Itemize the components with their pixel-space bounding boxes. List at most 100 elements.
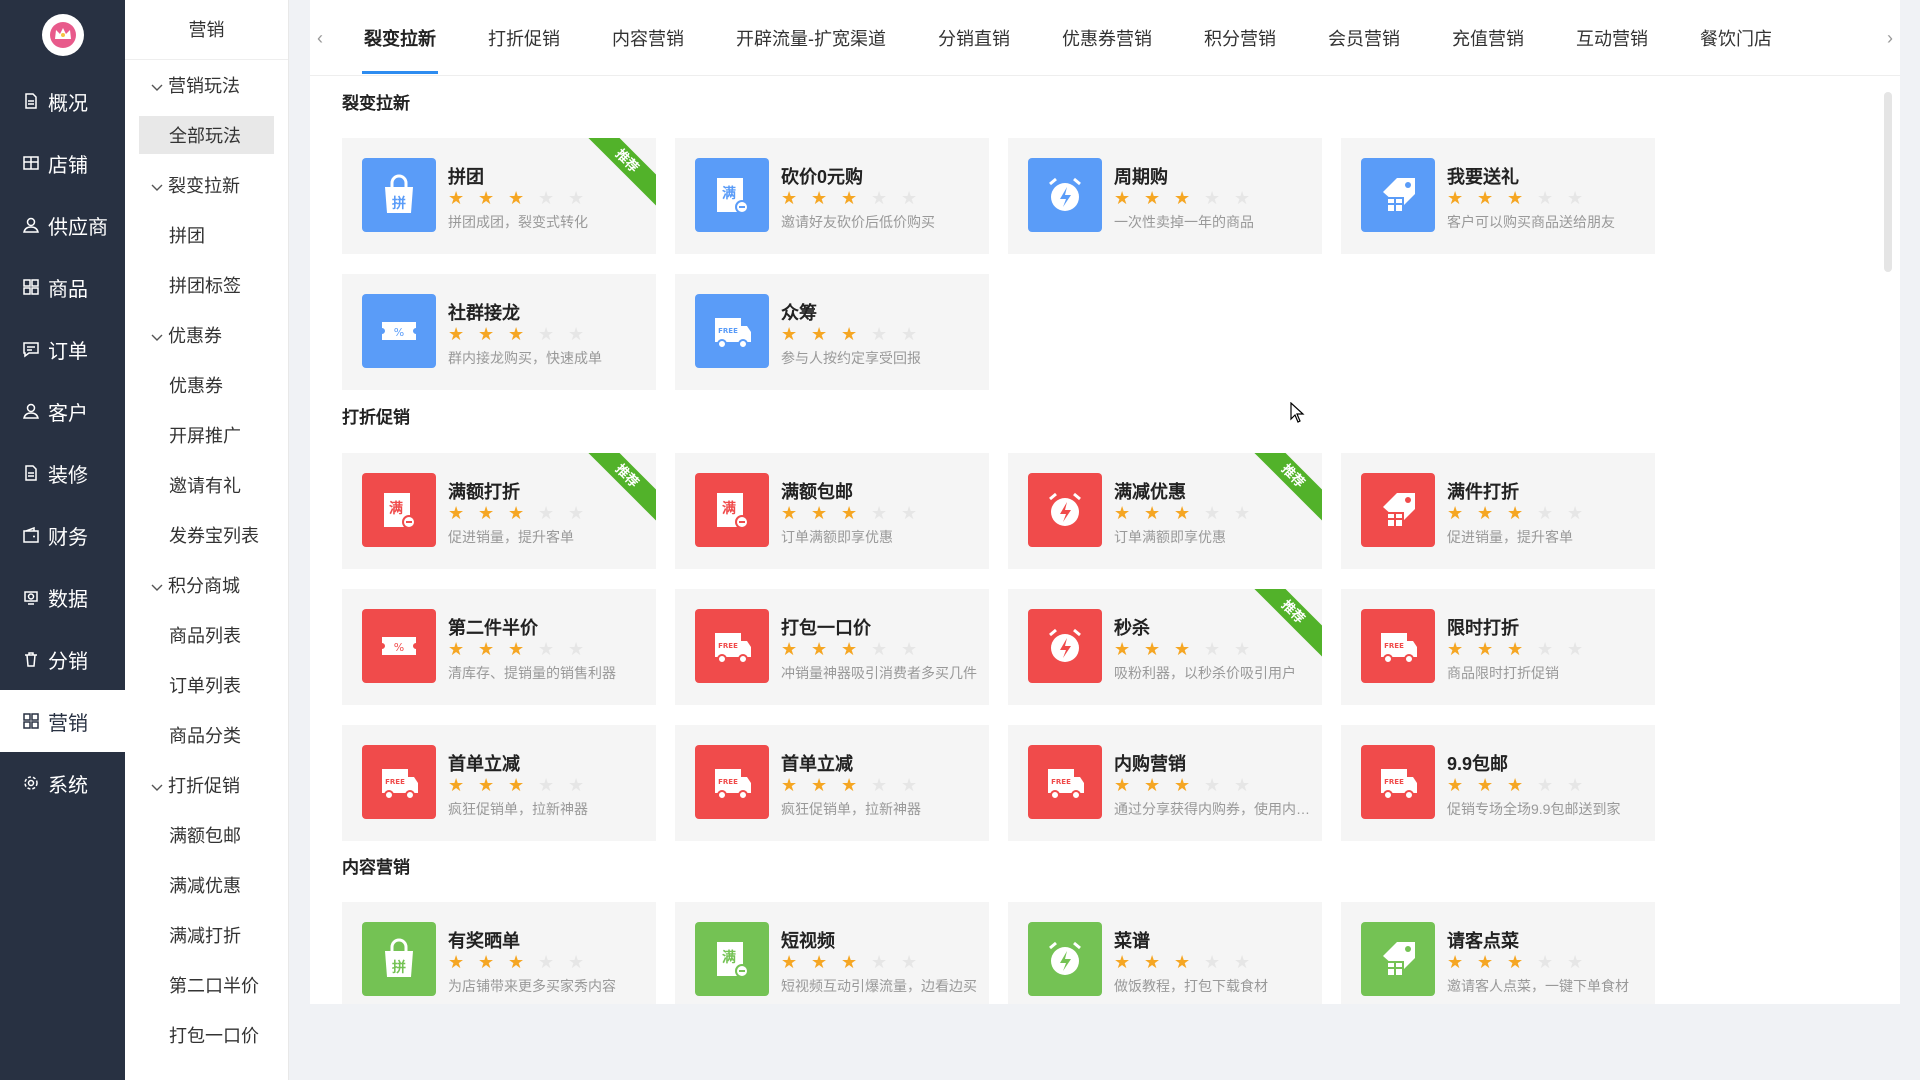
- menu-item[interactable]: 订单列表: [125, 660, 288, 710]
- feature-description: 吸粉利器，以秒杀价吸引用户: [1114, 665, 1296, 681]
- feature-card[interactable]: 请客点菜 ★ ★ ★ ★ ★ 邀请客人点菜，一键下单食材: [1341, 902, 1655, 1004]
- star-icon: ★: [538, 775, 555, 795]
- menu-item[interactable]: 第二口半价: [125, 960, 288, 1010]
- feature-card[interactable]: 满短视频 ★ ★ ★ ★ ★ 短视频互动引爆流量，边看边买: [675, 902, 989, 1004]
- menu-item[interactable]: 邀请有礼: [125, 460, 288, 510]
- menu-item[interactable]: 满减优惠: [125, 860, 288, 910]
- truck-icon: FREE: [695, 294, 769, 368]
- menu-group[interactable]: 积分商城: [125, 560, 288, 610]
- star-icon: ★: [781, 503, 798, 523]
- menu-item-label: 优惠券: [169, 376, 223, 396]
- crown-icon: [41, 14, 84, 56]
- star-icon: ★: [871, 324, 888, 344]
- star-icon: ★: [1507, 503, 1524, 523]
- feature-card[interactable]: FREE 限时打折 ★ ★ ★ ★ ★ 商品限时打折促销: [1341, 589, 1655, 705]
- feature-card[interactable]: 菜谱 ★ ★ ★ ★ ★ 做饭教程，打包下载食材: [1008, 902, 1322, 1004]
- nav-item-8[interactable]: 数据: [0, 566, 125, 628]
- tab-10[interactable]: 餐饮门店: [1674, 0, 1798, 75]
- feature-card[interactable]: 满减优惠 ★ ★ ★ ★ ★ 订单满额即享优惠 推荐: [1008, 453, 1322, 569]
- menu-item-label: 开屏推广: [169, 426, 241, 446]
- nav-item-7[interactable]: 财务: [0, 504, 125, 566]
- menu-item[interactable]: 优惠券: [125, 360, 288, 410]
- feature-card[interactable]: 拼有奖晒单 ★ ★ ★ ★ ★ 为店铺带来更多买家秀内容: [342, 902, 656, 1004]
- feature-description: 促进销量，提升客单: [448, 529, 574, 545]
- feature-card[interactable]: FREE 打包一口价 ★ ★ ★ ★ ★ 冲销量神器吸引消费者多买几件: [675, 589, 989, 705]
- nav-item-5[interactable]: 客户: [0, 380, 125, 442]
- feature-name: 满减优惠: [1114, 482, 1186, 502]
- tab-5[interactable]: 优惠券营销: [1036, 0, 1178, 75]
- nav-item-6[interactable]: 装修: [0, 442, 125, 504]
- tab-1[interactable]: 打折促销: [462, 0, 586, 75]
- menu-item[interactable]: 商品列表: [125, 610, 288, 660]
- star-icon: ★: [811, 324, 828, 344]
- nav-item-label: 店铺: [48, 154, 88, 177]
- tab-8[interactable]: 充值营销: [1426, 0, 1550, 75]
- star-icon: ★: [1204, 952, 1221, 972]
- gear-icon: [20, 772, 42, 794]
- menu-item[interactable]: 满减打折: [125, 910, 288, 960]
- feature-card[interactable]: 拼拼团 ★ ★ ★ ★ ★ 拼团成团，裂变式转化 推荐: [342, 138, 656, 254]
- menu-item[interactable]: 满额包邮: [125, 810, 288, 860]
- star-icon: ★: [901, 324, 918, 344]
- feature-card[interactable]: 满满额包邮 ★ ★ ★ ★ ★ 订单满额即享优惠: [675, 453, 989, 569]
- nav-item-3[interactable]: 商品: [0, 256, 125, 318]
- menu-item[interactable]: 打包一口价: [125, 1010, 288, 1060]
- nav-item-1[interactable]: 店铺: [0, 132, 125, 194]
- feature-card[interactable]: FREE 首单立减 ★ ★ ★ ★ ★ 疯狂促销单，拉新神器: [675, 725, 989, 841]
- feature-description: 订单满额即享优惠: [1114, 529, 1226, 545]
- menu-item[interactable]: 拼团: [125, 210, 288, 260]
- feature-card[interactable]: 周期购 ★ ★ ★ ★ ★ 一次性卖掉一年的商品: [1008, 138, 1322, 254]
- feature-card[interactable]: % 第二件半价 ★ ★ ★ ★ ★ 清库存、提销量的销售利器: [342, 589, 656, 705]
- tab-6[interactable]: 积分营销: [1178, 0, 1302, 75]
- star-icon: ★: [811, 188, 828, 208]
- feature-description: 为店铺带来更多买家秀内容: [448, 978, 616, 994]
- menu-item[interactable]: 开屏推广: [125, 410, 288, 460]
- feature-card[interactable]: 满满额打折 ★ ★ ★ ★ ★ 促进销量，提升客单 推荐: [342, 453, 656, 569]
- nav-item-11[interactable]: 系统: [0, 752, 125, 814]
- tab-3[interactable]: 开辟流量-扩宽渠道: [710, 0, 912, 75]
- tab-7[interactable]: 会员营销: [1302, 0, 1426, 75]
- nav-item-9[interactable]: 分销: [0, 628, 125, 690]
- nav-item-10[interactable]: 营销: [0, 690, 125, 752]
- content-scrollbar[interactable]: [1884, 92, 1892, 272]
- star-rating: ★ ★ ★ ★ ★: [1447, 188, 1597, 208]
- app-logo[interactable]: [0, 0, 125, 70]
- nav-item-0[interactable]: 概况: [0, 70, 125, 132]
- tab-4[interactable]: 分销直销: [912, 0, 1036, 75]
- tabs-scroll-right-icon[interactable]: ›: [1880, 0, 1900, 75]
- feature-name: 秒杀: [1114, 618, 1150, 638]
- menu-item[interactable]: 发券宝列表: [125, 510, 288, 560]
- menu-item[interactable]: 拼团标签: [125, 260, 288, 310]
- star-rating: ★ ★ ★ ★ ★: [1114, 775, 1264, 795]
- truck-icon: FREE: [1361, 745, 1435, 819]
- star-icon: ★: [1537, 639, 1554, 659]
- menu-item-label: 第二口半价: [169, 976, 259, 996]
- tab-9[interactable]: 互动营销: [1550, 0, 1674, 75]
- nav-item-2[interactable]: 供应商: [0, 194, 125, 256]
- menu-group[interactable]: 裂变拉新: [125, 160, 288, 210]
- document-icon: [20, 462, 42, 484]
- feature-card[interactable]: 秒杀 ★ ★ ★ ★ ★ 吸粉利器，以秒杀价吸引用户 推荐: [1008, 589, 1322, 705]
- menu-group[interactable]: 打折促销: [125, 760, 288, 810]
- ticket-icon: %: [362, 294, 436, 368]
- feature-card[interactable]: % 社群接龙 ★ ★ ★ ★ ★ 群内接龙购买，快速成单: [342, 274, 656, 390]
- menu-item[interactable]: 商品分类: [125, 710, 288, 760]
- star-icon: ★: [901, 775, 918, 795]
- feature-card[interactable]: FREE 首单立减 ★ ★ ★ ★ ★ 疯狂促销单，拉新神器: [342, 725, 656, 841]
- star-icon: ★: [1144, 775, 1161, 795]
- feature-description: 商品限时打折促销: [1447, 665, 1559, 681]
- feature-card[interactable]: FREE 众筹 ★ ★ ★ ★ ★ 参与人按约定享受回报: [675, 274, 989, 390]
- feature-card[interactable]: 满砍价0元购 ★ ★ ★ ★ ★ 邀请好友砍价后低价购买: [675, 138, 989, 254]
- feature-card[interactable]: 满件打折 ★ ★ ★ ★ ★ 促进销量，提升客单: [1341, 453, 1655, 569]
- feature-card[interactable]: FREE 9.9包邮 ★ ★ ★ ★ ★ 促销专场全场9.9包邮送到家: [1341, 725, 1655, 841]
- tab-2[interactable]: 内容营销: [586, 0, 710, 75]
- menu-group[interactable]: 优惠券: [125, 310, 288, 360]
- menu-item-label: 打包一口价: [169, 1026, 259, 1046]
- menu-item[interactable]: 全部玩法: [139, 116, 274, 154]
- feature-card[interactable]: FREE内购营销★★★★★通过分享获得内购券，使用内购券购买: [1008, 725, 1322, 841]
- feature-card[interactable]: 我要送礼 ★ ★ ★ ★ ★ 客户可以购买商品送给朋友: [1341, 138, 1655, 254]
- menu-group[interactable]: 营销玩法: [125, 60, 288, 110]
- tab-0[interactable]: 裂变拉新: [338, 0, 462, 75]
- nav-item-4[interactable]: 订单: [0, 318, 125, 380]
- tabs-scroll-left-icon[interactable]: ‹: [310, 0, 330, 75]
